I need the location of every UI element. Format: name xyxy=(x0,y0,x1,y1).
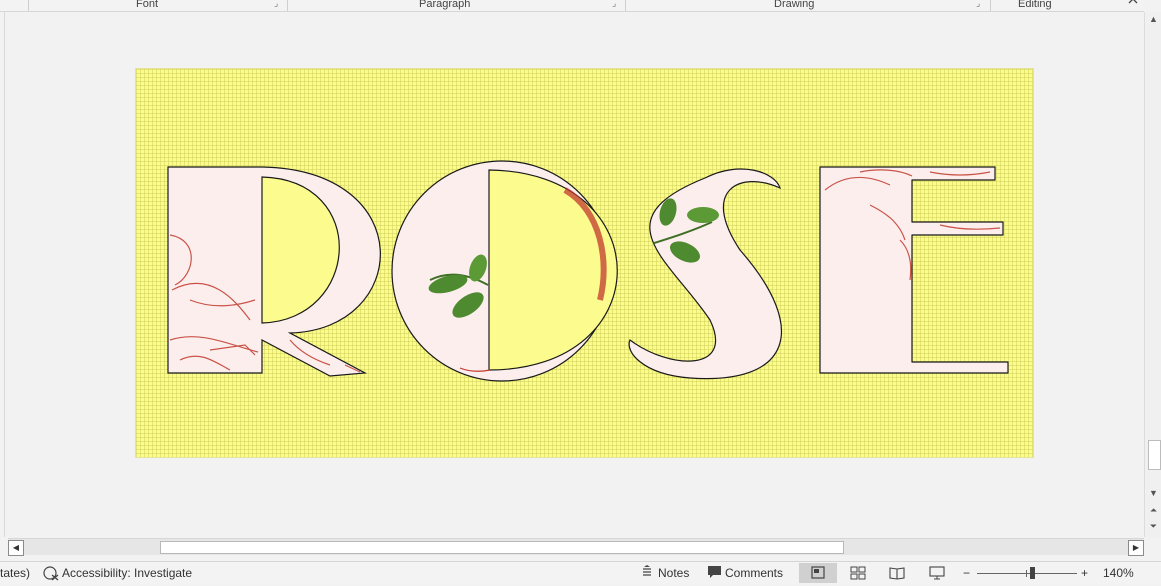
zoom-out-button[interactable]: − xyxy=(963,566,970,580)
vertical-scrollbar[interactable]: ▲ ▼ ⏶ ⏷ xyxy=(1144,12,1161,537)
reading-view-icon xyxy=(889,567,905,580)
letter-s xyxy=(628,168,782,380)
zoom-in-button[interactable]: + xyxy=(1081,566,1088,580)
letter-o xyxy=(391,160,618,382)
comments-icon[interactable] xyxy=(707,565,722,582)
horizontal-scroll-thumb[interactable] xyxy=(160,541,844,554)
accessibility-status[interactable]: Accessibility: Investigate xyxy=(62,566,192,580)
next-page-icon[interactable]: ⏷ xyxy=(1147,520,1160,533)
slide-sorter-icon xyxy=(850,566,866,580)
comments-button[interactable]: Comments xyxy=(725,566,783,580)
horizontal-scrollbar[interactable]: ◀ ▶ xyxy=(8,538,1144,556)
scroll-right-arrow-icon[interactable]: ▶ xyxy=(1128,540,1144,556)
previous-page-icon[interactable]: ⏶ xyxy=(1147,504,1160,517)
reading-view-button[interactable] xyxy=(878,563,916,583)
notes-button[interactable]: Notes xyxy=(658,566,689,580)
slide-show-button[interactable] xyxy=(918,563,956,583)
scroll-left-arrow-icon[interactable]: ◀ xyxy=(8,540,24,556)
normal-view-button[interactable] xyxy=(799,563,837,583)
scroll-up-arrow-icon[interactable]: ▲ xyxy=(1147,13,1160,26)
letter-r xyxy=(167,166,381,377)
status-bar: tates) Accessibility: Investigate Notes … xyxy=(0,561,1161,584)
notes-icon[interactable] xyxy=(641,565,653,582)
accessibility-icon[interactable] xyxy=(42,565,60,584)
word-art-rose[interactable] xyxy=(0,0,1144,537)
text-predictions-status[interactable]: tates) xyxy=(0,566,30,580)
vertical-scroll-thumb[interactable] xyxy=(1148,440,1161,470)
zoom-slider-track[interactable] xyxy=(977,573,1077,574)
zoom-level[interactable]: 140% xyxy=(1103,566,1134,580)
normal-view-icon xyxy=(811,566,825,579)
zoom-slider-midpoint xyxy=(1026,570,1027,577)
slide-sorter-view-button[interactable] xyxy=(839,563,877,583)
letter-e xyxy=(819,166,1009,374)
slide-show-icon xyxy=(929,566,945,580)
zoom-slider-thumb[interactable] xyxy=(1030,567,1035,579)
scroll-down-arrow-icon[interactable]: ▼ xyxy=(1147,487,1160,500)
